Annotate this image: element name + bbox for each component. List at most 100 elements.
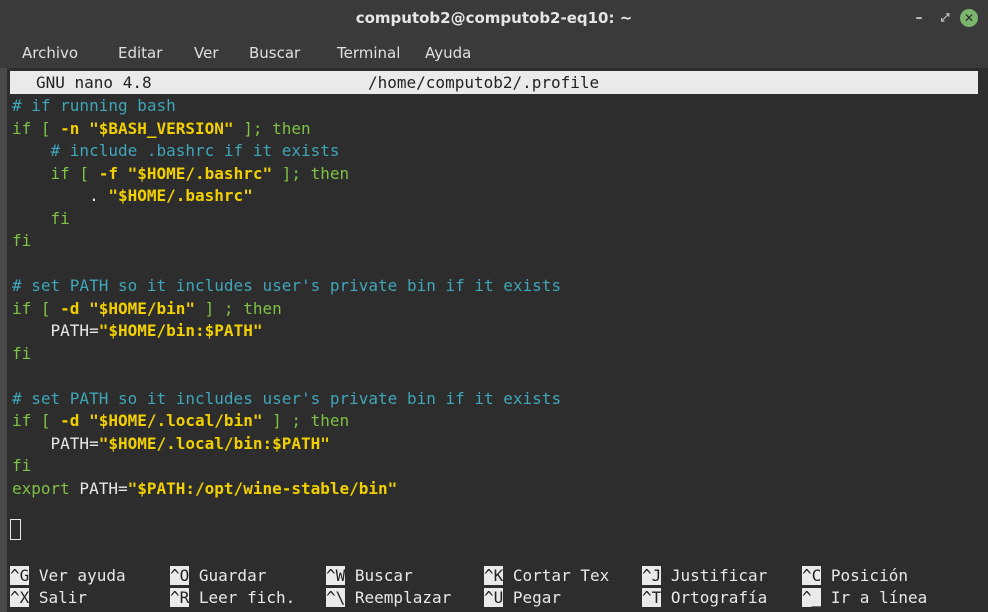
close-icon[interactable]: ✕ bbox=[960, 9, 978, 27]
nano-filename: /home/computob2/.profile bbox=[368, 73, 600, 92]
code-token: fi bbox=[12, 231, 32, 250]
code-token: if [ bbox=[12, 411, 61, 430]
shortcut-item[interactable]: ^J Justificar bbox=[642, 566, 767, 585]
shortcut-key: ^C bbox=[802, 566, 822, 585]
code-line: fi bbox=[12, 343, 561, 366]
code-token: fi bbox=[12, 208, 70, 228]
code-token: PATH= bbox=[12, 433, 99, 453]
menu-bar: Archivo Editar Ver Buscar Terminal Ayuda bbox=[0, 36, 988, 68]
minimize-icon[interactable]: – bbox=[909, 8, 929, 28]
code-token: "$HOME/.bashrc" bbox=[108, 186, 253, 205]
shortcut-label: Buscar bbox=[345, 566, 413, 585]
shortcut-item[interactable]: ^G Ver ayuda bbox=[10, 566, 126, 585]
nano-header: GNU nano 4.8 /home/computob2/.profile bbox=[10, 71, 978, 94]
code-token: if [ bbox=[12, 118, 61, 138]
code-token: if [ bbox=[12, 163, 99, 183]
code-line: if [ -n "$BASH_VERSION" ]; then bbox=[12, 118, 561, 141]
shortcut-item[interactable]: ^U Pegar bbox=[484, 588, 561, 607]
shortcut-item[interactable]: ^W Buscar bbox=[326, 566, 413, 585]
shortcut-item[interactable]: ^O Guardar bbox=[170, 566, 266, 585]
code-token: ] ; then bbox=[262, 411, 350, 430]
shortcut-label: Guardar bbox=[189, 566, 267, 585]
code-token: PATH= bbox=[69, 478, 128, 498]
code-line: # set PATH so it includes user's private… bbox=[12, 275, 561, 298]
code-token: -n "$BASH_VERSION" bbox=[60, 118, 234, 138]
code-line: . "$HOME/.bashrc" bbox=[12, 185, 561, 208]
menu-archivo[interactable]: Archivo bbox=[22, 44, 78, 62]
code-token: "$PATH:/opt/wine-stable/bin" bbox=[127, 478, 398, 498]
code-token: # set PATH so it includes user's private… bbox=[12, 388, 562, 408]
code-line: if [ -d "$HOME/bin" ] ; then bbox=[12, 298, 561, 321]
shortcut-item[interactable]: ^T Ortografía bbox=[642, 588, 767, 607]
menu-editar[interactable]: Editar bbox=[118, 44, 162, 62]
shortcut-item[interactable]: ^R Leer fich. bbox=[170, 588, 295, 607]
title-bar[interactable]: computob2@computob2-eq10: ~ – ⤢ ✕ bbox=[0, 0, 988, 36]
code-token: . bbox=[12, 186, 109, 205]
shortcut-label: Justificar bbox=[661, 566, 768, 585]
code-line: # if running bash bbox=[12, 95, 561, 118]
code-token: fi bbox=[12, 343, 32, 363]
code-line: # include .bashrc if it exists bbox=[12, 140, 561, 163]
code-line: export PATH="$PATH:/opt/wine-stable/bin" bbox=[12, 478, 561, 501]
shortcut-row-1: ^G Ver ayuda ^O Guardar ^W Buscar ^K Cortar… bbox=[10, 566, 978, 588]
code-line: PATH="$HOME/bin:$PATH" bbox=[12, 320, 561, 343]
maximize-icon[interactable]: ⤢ bbox=[935, 8, 955, 28]
code-token: # if running bash bbox=[12, 96, 176, 115]
shortcut-label: Pegar bbox=[503, 588, 562, 607]
terminal-window: computob2@computob2-eq10: ~ – ⤢ ✕ Archiv… bbox=[0, 0, 988, 612]
shortcut-item[interactable]: ^_ Ir a línea bbox=[802, 588, 927, 607]
nano-version: GNU nano 4.8 bbox=[36, 73, 152, 92]
code-line: fi bbox=[12, 455, 561, 478]
shortcut-label: Reemplazar bbox=[345, 588, 452, 607]
shortcut-item[interactable]: ^K Cortar Tex bbox=[484, 566, 609, 585]
code-line: PATH="$HOME/.local/bin:$PATH" bbox=[12, 433, 561, 456]
code-token: fi bbox=[12, 456, 32, 475]
shortcut-label: Ortografía bbox=[661, 588, 768, 607]
shortcut-key: ^G bbox=[10, 566, 30, 585]
code-line: fi bbox=[12, 208, 561, 231]
shortcut-key: ^\ bbox=[326, 588, 346, 607]
shortcut-label: Cortar Tex bbox=[503, 566, 610, 585]
shortcut-label: Ir a línea bbox=[821, 588, 928, 607]
shortcut-key: ^X bbox=[10, 588, 30, 607]
code-token: ] ; then bbox=[195, 298, 282, 318]
shortcut-key: ^K bbox=[484, 566, 504, 585]
menu-ayuda[interactable]: Ayuda bbox=[425, 44, 471, 62]
code-token: ]; then bbox=[233, 118, 311, 138]
code-token: # set PATH so it includes user's private… bbox=[12, 276, 562, 295]
shortcut-key: ^R bbox=[170, 588, 190, 607]
shortcut-item[interactable]: ^\ Reemplazar bbox=[326, 588, 451, 607]
shortcut-key: ^W bbox=[326, 566, 346, 585]
menu-buscar[interactable]: Buscar bbox=[249, 44, 300, 62]
shortcut-label: Posición bbox=[821, 566, 908, 585]
code-token: export bbox=[12, 478, 70, 498]
shortcut-item[interactable]: ^X Salir bbox=[10, 588, 87, 607]
menu-terminal[interactable]: Terminal bbox=[337, 44, 400, 62]
menu-ver[interactable]: Ver bbox=[194, 44, 219, 62]
code-token: if [ bbox=[12, 298, 61, 318]
shortcut-item[interactable]: ^C Posición bbox=[802, 566, 908, 585]
terminal-gutter bbox=[0, 68, 7, 612]
code-token: -f "$HOME/.bashrc" bbox=[98, 163, 273, 183]
window-title: computob2@computob2-eq10: ~ bbox=[355, 9, 633, 27]
code-token: "$HOME/bin:$PATH" bbox=[98, 321, 263, 340]
shortcut-key: ^J bbox=[642, 566, 662, 585]
shortcut-key: ^O bbox=[170, 566, 190, 585]
text-cursor bbox=[10, 519, 21, 540]
code-line: if [ -d "$HOME/.local/bin" ] ; then bbox=[12, 410, 561, 433]
code-token: ]; then bbox=[272, 163, 350, 183]
code-token: -d "$HOME/.local/bin" bbox=[60, 411, 263, 430]
code-line: fi bbox=[12, 230, 561, 253]
editor-buffer[interactable]: # if running bash if [ -n "$BASH_VERSION"… bbox=[12, 95, 561, 500]
shortcut-row-2: ^X Salir ^R Leer fich. ^\ Reemplazar ^U Peg… bbox=[10, 588, 978, 610]
shortcut-label: Salir bbox=[29, 588, 88, 607]
shortcut-key: ^T bbox=[642, 588, 662, 607]
shortcut-label: Leer fich. bbox=[189, 588, 296, 607]
code-line: # set PATH so it includes user's private… bbox=[12, 388, 561, 411]
code-token: PATH= bbox=[12, 321, 99, 340]
shortcut-key: ^_ bbox=[802, 588, 822, 607]
shortcut-key: ^U bbox=[484, 588, 504, 607]
